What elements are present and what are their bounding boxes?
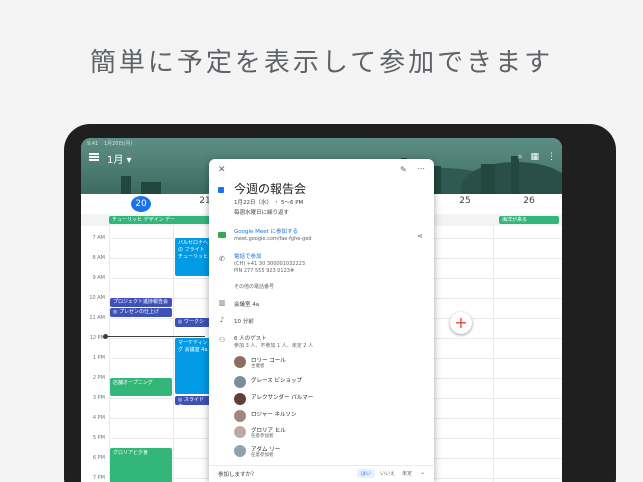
event-title: 今週の報告会 [234,182,307,196]
chevron-down-icon[interactable]: ⌄ [420,469,425,476]
headline: 簡単に予定を表示して参加できます [89,48,554,78]
event-recurrence: 毎週水曜日に繰り返す [234,210,290,216]
meet-join-link[interactable]: Google Meet に参加する [234,227,298,235]
event-block[interactable]: ◎ ワークショ [175,318,211,327]
create-event-fab[interactable]: + [450,312,472,334]
hour-label: 7 PM [92,475,105,481]
more-icon[interactable]: ⋯ [417,164,425,173]
guests-title: 6 人のゲスト [234,336,267,342]
hour-label: 9 AM [92,275,105,281]
close-icon[interactable]: ✕ [218,165,226,175]
allday-event[interactable]: チューリッヒ デザイン デー [109,216,217,224]
share-icon[interactable]: ⋖ [417,232,423,240]
event-detail-card: ✕ ✎ ⋯ 今週の報告会 1月22日（水） ・ 5〜6 PM 毎週水曜日に繰り返… [209,159,434,482]
guests-summary: 参加 3 人、不参加 1 人、未定 2 人 [234,343,314,349]
overflow-icon[interactable]: ⋮ [547,152,556,162]
current-time-line [105,336,205,337]
phone-join-link[interactable]: 電話で参加 [234,252,262,260]
guest-name: グレース ビショップ [251,378,302,384]
hour-label: 12 PM [89,335,105,341]
guests-icon: ⚇ [218,336,226,344]
day-20[interactable]: 20 [131,196,151,212]
other-phone-numbers[interactable]: その他の電話番号 [234,283,274,290]
hour-label: 4 PM [92,415,105,421]
guest-role: 任意参加者 [251,453,274,458]
event-block[interactable]: プロジェクト進捗報告会 [110,298,172,307]
event-room: 会議室 4a [234,302,260,308]
event-block[interactable]: ◎ プレゼンの仕上げ [110,308,172,317]
google-meet-icon [218,232,226,238]
avatar [234,376,246,388]
phone-icon: ✆ [219,255,225,263]
guest-role: 任意参加者 [251,434,274,439]
phone-number: (CH) +41 30 300001032223 [234,261,306,267]
status-date: 1月20日(月) [103,141,133,147]
avatar [234,410,246,422]
event-block[interactable]: バルセロナへの フライト チューリッヒ [175,238,211,276]
event-block[interactable]: マーケティング 会議室 4a [175,338,211,394]
event-block[interactable]: ◎ スライド作 [175,396,211,405]
guest-name: アレクサンダー パルマー [251,395,314,401]
rsvp-maybe-button[interactable]: 未定 [398,469,416,478]
hour-label: 7 AM [92,235,105,241]
hour-label: 5 PM [92,435,105,441]
guest-name: ロジャー ネルソン [251,412,297,418]
month-label: 1月 [107,155,124,166]
event-block[interactable]: 店舗オープニング [110,378,172,396]
status-bar: 9:41 1月20日(月) [81,138,562,148]
meet-url: meet.google.com/fae-fghe-ged [234,236,312,242]
allday-event[interactable]: 海洋が来る [499,216,559,224]
guest-role: 主催者 [251,364,265,369]
event-block[interactable]: グロリアと夕食 [110,448,172,482]
hour-label: 11 AM [89,315,105,321]
avatar [234,393,246,405]
hour-label: 3 PM [92,395,105,401]
hour-label: 8 AM [92,255,105,261]
month-selector[interactable]: 1月 ▾ [107,151,132,166]
plus-icon: + [454,313,468,332]
rsvp-bar: 参加しますか？ はい いいえ 未定 ⌄ [209,465,434,482]
hour-label: 6 PM [92,455,105,461]
app-store-screenshot: 簡単に予定を表示して参加できます 9:41 1月20日(月) 1月 ▾ ⌕ ▦ … [0,0,643,482]
rsvp-no-button[interactable]: いいえ [376,469,399,478]
day-25[interactable]: 25 [455,196,475,206]
hour-label: 2 PM [92,375,105,381]
search-icon[interactable]: ⌕ [517,152,522,162]
top-actions: ⌕ ▦ ⋮ [517,152,556,162]
edit-icon[interactable]: ✎ [400,165,407,174]
day-26[interactable]: 26 [519,196,539,206]
avatar [234,356,246,368]
calendar-view-icon[interactable]: ▦ [530,152,539,162]
building-icon: ▥ [218,299,226,307]
event-color-chip [218,187,224,193]
status-time: 9:41 [87,141,99,147]
rsvp-question: 参加しますか？ [218,472,257,478]
rsvp-yes-button[interactable]: はい [357,469,376,478]
avatar [234,426,246,438]
phone-pin: PIN 277 555 923 0123# [234,268,295,274]
hour-label: 10 AM [89,295,105,301]
avatar [234,445,246,457]
hour-label: 1 PM [92,355,105,361]
menu-icon[interactable] [89,153,99,161]
bell-icon: ♪ [219,316,225,324]
event-reminder: 10 分前 [234,319,254,325]
event-time: 1月22日（水） ・ 5〜6 PM [234,200,304,206]
